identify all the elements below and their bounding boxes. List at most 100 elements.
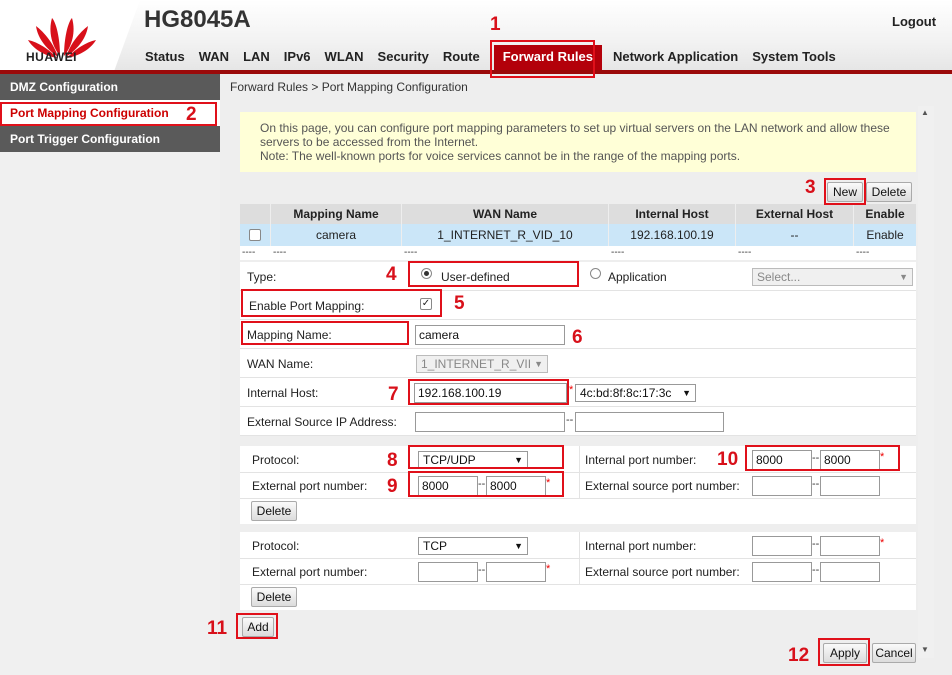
range-separator: -- xyxy=(566,414,574,426)
empty-cell: ---- xyxy=(856,247,870,258)
annotation-number: 7 xyxy=(388,384,399,405)
external-port-label: External port number: xyxy=(252,479,368,493)
annotation-box-protocol xyxy=(408,445,564,469)
table-header-external-host: External Host xyxy=(736,204,853,224)
range-separator: -- xyxy=(812,538,820,550)
divider xyxy=(240,498,916,499)
table-cell-mapping-name[interactable]: camera xyxy=(271,224,401,246)
annotation-number: 1 xyxy=(490,14,501,35)
table-header-select xyxy=(240,204,270,224)
nav-ipv6[interactable]: IPv6 xyxy=(284,48,311,66)
annotation-box-enable xyxy=(241,289,442,317)
external-port-label: External port number: xyxy=(252,565,368,579)
table-header-internal-host: Internal Host xyxy=(609,204,735,224)
type-application-radio[interactable] xyxy=(590,268,601,279)
brand-name: HUAWEI xyxy=(26,50,77,64)
empty-cell: ---- xyxy=(738,247,752,258)
annotation-box-internal-host xyxy=(408,379,569,405)
info-notice: On this page, you can configure port map… xyxy=(240,112,916,172)
nav-wan[interactable]: WAN xyxy=(199,48,229,66)
annotation-box-forward-rules xyxy=(490,40,595,78)
annotation-number: 11 xyxy=(207,618,228,639)
internal-host-mac-select[interactable]: 4c:bd:8f:8c:17:3c ▼ xyxy=(575,384,696,402)
annotation-box-add xyxy=(236,613,278,639)
internal-port-label: Internal port number: xyxy=(585,453,697,467)
nav-wlan[interactable]: WLAN xyxy=(325,48,364,66)
table-cell-external-host[interactable]: -- xyxy=(736,224,853,246)
divider xyxy=(240,472,916,473)
ext-source-ip-to-input[interactable] xyxy=(575,412,724,432)
required-marker: * xyxy=(569,384,574,396)
annotation-box-apply xyxy=(818,638,870,666)
chevron-down-icon: ▼ xyxy=(534,359,543,369)
cancel-button[interactable]: Cancel xyxy=(872,643,916,663)
type-label: Type: xyxy=(247,270,277,284)
notice-note: Note: The well-known ports for voice ser… xyxy=(260,149,741,163)
protocol-label: Protocol: xyxy=(252,539,300,553)
delete-button[interactable]: Delete xyxy=(866,182,912,202)
chevron-down-icon: ▼ xyxy=(899,272,908,282)
table-row-checkbox-cell xyxy=(240,224,270,246)
external-port-from-input[interactable] xyxy=(418,562,478,582)
nav-lan[interactable]: LAN xyxy=(243,48,270,66)
nav-network-application[interactable]: Network Application xyxy=(613,48,738,66)
annotation-number: 9 xyxy=(387,476,398,497)
application-select-value: Select... xyxy=(757,270,801,284)
table-cell-internal-host[interactable]: 192.168.100.19 xyxy=(609,224,735,246)
sidebar-filler xyxy=(0,152,220,675)
scroll-down-icon[interactable]: ▼ xyxy=(921,645,929,654)
sidebar-item-port-trigger[interactable]: Port Trigger Configuration xyxy=(0,126,220,152)
chevron-down-icon: ▼ xyxy=(514,541,523,551)
nav-system-tools[interactable]: System Tools xyxy=(752,48,836,66)
ext-source-port-from-input[interactable] xyxy=(752,562,812,582)
annotation-box-type xyxy=(408,261,579,287)
application-select[interactable]: Select... ▼ xyxy=(752,268,913,286)
table-row-checkbox[interactable] xyxy=(249,229,261,241)
nav-status[interactable]: Status xyxy=(145,48,185,66)
empty-cell: ---- xyxy=(404,247,418,258)
logout-link[interactable]: Logout xyxy=(892,14,936,29)
table-cell-wan-name[interactable]: 1_INTERNET_R_VID_10 xyxy=(402,224,608,246)
annotation-number: 4 xyxy=(386,264,397,285)
divider xyxy=(240,584,916,585)
ext-source-port-to-input[interactable] xyxy=(820,476,880,496)
ext-source-ip-from-input[interactable] xyxy=(415,412,565,432)
annotation-box-mapping-name xyxy=(241,321,409,345)
internal-port-to-input[interactable] xyxy=(820,536,880,556)
annotation-number: 5 xyxy=(454,293,465,314)
ext-source-port-label: External source port number: xyxy=(585,479,740,493)
table-header-enable: Enable xyxy=(854,204,916,224)
divider xyxy=(579,446,580,498)
mapping-name-input[interactable]: camera xyxy=(415,325,565,345)
external-port-to-input[interactable] xyxy=(486,562,546,582)
nav-route[interactable]: Route xyxy=(443,48,480,66)
table-cell-enable[interactable]: Enable xyxy=(854,224,916,246)
protocol-select[interactable]: TCP ▼ xyxy=(418,537,528,555)
internal-host-mac-value: 4c:bd:8f:8c:17:3c xyxy=(580,386,672,400)
empty-cell: ---- xyxy=(242,247,256,258)
port-block-2-delete-button[interactable]: Delete xyxy=(251,587,297,607)
internal-port-from-input[interactable] xyxy=(752,536,812,556)
scroll-up-icon[interactable]: ▲ xyxy=(921,108,929,117)
required-marker: * xyxy=(880,537,885,549)
ext-source-port-to-input[interactable] xyxy=(820,562,880,582)
port-block-1-delete-button[interactable]: Delete xyxy=(251,501,297,521)
sidebar-item-dmz[interactable]: DMZ Configuration xyxy=(0,74,220,100)
ext-source-ip-label: External Source IP Address: xyxy=(247,415,397,429)
table-header-wan-name: WAN Name xyxy=(402,204,608,224)
annotation-number: 8 xyxy=(387,450,398,471)
wan-name-row xyxy=(240,349,916,378)
range-separator: -- xyxy=(812,478,820,490)
ext-source-port-from-input[interactable] xyxy=(752,476,812,496)
annotation-box-external-port xyxy=(408,471,564,497)
device-model: HG8045A xyxy=(144,6,251,33)
range-separator: -- xyxy=(812,564,820,576)
scrollbar[interactable] xyxy=(918,106,934,658)
wan-name-select[interactable]: 1_INTERNET_R_VII ▼ xyxy=(416,355,548,373)
wan-name-select-value: 1_INTERNET_R_VII xyxy=(421,357,532,371)
nav-security[interactable]: Security xyxy=(378,48,429,66)
chevron-down-icon: ▼ xyxy=(682,388,691,398)
notice-text: On this page, you can configure port map… xyxy=(260,121,890,149)
required-marker: * xyxy=(546,563,551,575)
protocol-label: Protocol: xyxy=(252,453,300,467)
